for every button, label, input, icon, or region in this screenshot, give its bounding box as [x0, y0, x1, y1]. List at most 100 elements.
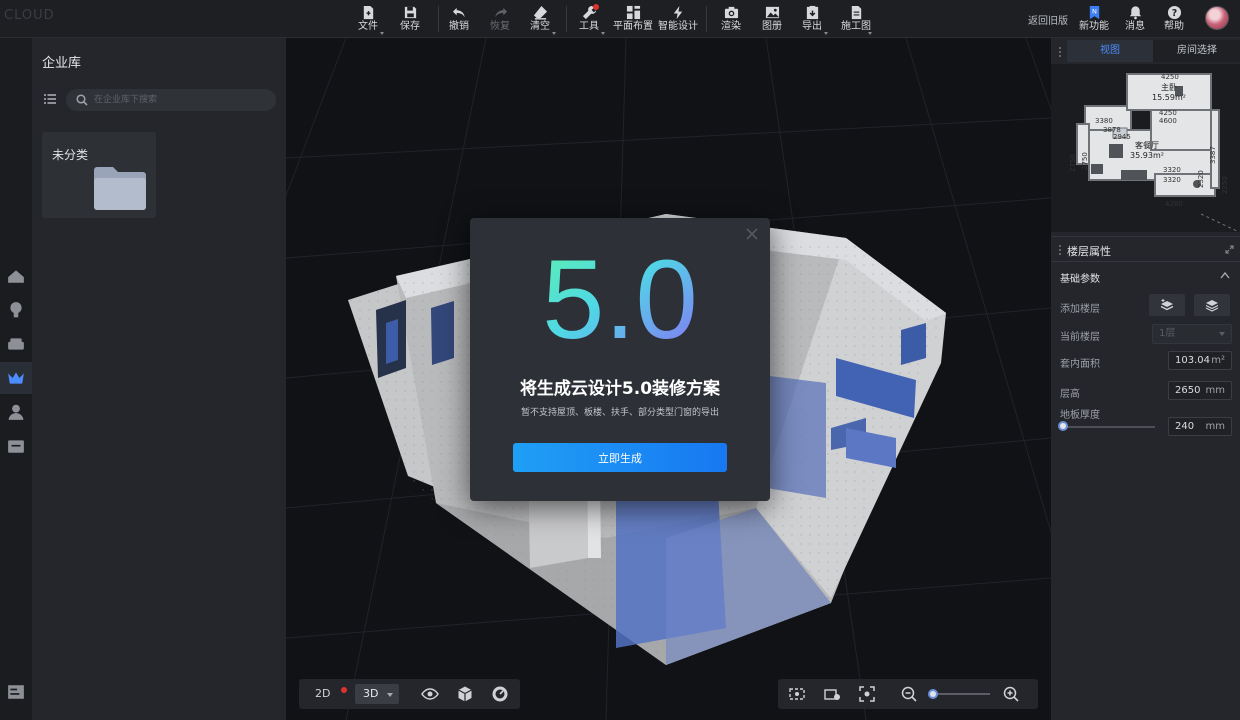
smart-design-button[interactable]: 智能设计 [656, 3, 700, 37]
rail-item-roof[interactable] [0, 260, 32, 292]
rail-item-settings-panel[interactable] [0, 676, 32, 708]
return-old-version-link[interactable]: 返回旧版 [1028, 12, 1068, 27]
left-icon-rail [0, 38, 32, 720]
add-floor-below-button[interactable] [1194, 294, 1230, 316]
app-root: CLOUD 文件 保存 撤销 恢复 清空 工具 平面布置 智能设计 渲染 图册 … [0, 0, 1240, 720]
brand-logo: CLOUD [4, 8, 55, 23]
view-2d-button[interactable]: 2D [307, 684, 347, 704]
version-number: 5.0 [542, 238, 698, 348]
dimension-label: 2945 [1113, 133, 1131, 141]
zoom-slider-handle[interactable] [928, 689, 938, 699]
rail-item-lighting[interactable] [0, 294, 32, 326]
view-2d-label: 2D [315, 687, 331, 700]
dimension-label: 4600 [1159, 117, 1177, 125]
rail-item-furniture[interactable] [0, 328, 32, 360]
image-icon [765, 6, 779, 19]
tools-menu-button[interactable]: 工具 [567, 3, 611, 37]
view-3d-label: 3D [363, 687, 379, 700]
chevron-down-icon [824, 32, 828, 35]
redo-icon [494, 7, 507, 18]
floor-thickness-field[interactable]: 240 mm [1168, 417, 1232, 436]
floor-plan-minimap[interactable]: 主卧 15.59m² 客餐厅 35.93m² 4250 3380 4250 46… [1051, 64, 1240, 232]
zoom-in-icon[interactable] [1002, 685, 1020, 703]
chevron-down-icon [601, 32, 605, 35]
chevron-down-icon [1219, 332, 1225, 336]
expand-icon[interactable] [1225, 245, 1234, 254]
construction-drawing-button[interactable]: 施工图 [834, 3, 878, 37]
current-floor-value: 1层 [1159, 328, 1176, 339]
chevron-down-icon [387, 693, 393, 697]
add-floor-above-button[interactable] [1149, 294, 1185, 316]
clear-menu-button[interactable]: 清空 [518, 3, 562, 37]
view-3d-button[interactable]: 3D [355, 684, 399, 704]
rail-item-personal[interactable] [0, 396, 32, 428]
chevron-up-icon[interactable] [1220, 271, 1230, 279]
document-icon [851, 5, 861, 20]
floor-plan-button[interactable]: 平面布置 [611, 3, 655, 37]
minimap-plan: 主卧 15.59m² 客餐厅 35.93m² 4250 3380 4250 46… [1069, 73, 1240, 232]
enterprise-library-panel: 企业库 未分类 [32, 38, 286, 720]
generate-dialog: 5.0 将生成云设计5.0装修方案 暂不支持屋顶、板楼、扶手、部分类型门窗的导出… [470, 218, 770, 501]
drag-handle-icon[interactable] [1058, 46, 1062, 58]
dialog-subtitle: 暂不支持屋顶、板楼、扶手、部分类型门窗的导出 [520, 408, 719, 418]
current-floor-select[interactable]: 1层 [1152, 324, 1232, 344]
library-title: 企业库 [42, 56, 82, 71]
crown-icon [8, 372, 24, 384]
floor-properties-header: 楼层属性 [1051, 236, 1240, 262]
gauge-icon[interactable] [491, 685, 509, 703]
library-search-input[interactable] [94, 92, 264, 108]
indoor-area-field[interactable]: 103.04 m² [1168, 351, 1232, 370]
messages-label: 消息 [1125, 21, 1145, 32]
list-view-icon[interactable] [44, 94, 56, 104]
eye-icon[interactable] [421, 685, 439, 703]
new-feature-button[interactable]: N 新功能 [1072, 3, 1116, 37]
floor-plan-icon [626, 5, 640, 20]
dimension-label: 2250 [1221, 176, 1229, 194]
add-floor-label: 添加楼层 [1060, 304, 1100, 315]
camera-settings-icon[interactable] [823, 685, 841, 703]
redo-label: 恢复 [490, 21, 510, 32]
cube-icon[interactable] [456, 685, 474, 703]
gallery-button[interactable]: 图册 [750, 3, 794, 37]
drag-handle-icon[interactable] [1058, 244, 1062, 256]
file-menu-button[interactable]: 文件 [346, 3, 390, 37]
indoor-area-unit: m² [1211, 355, 1225, 366]
bell-icon [1129, 6, 1141, 20]
indoor-area-value: 103.04 [1175, 355, 1210, 366]
view-tabs: 视图 房间选择 [1067, 40, 1240, 62]
rail-item-library-box[interactable] [0, 430, 32, 462]
redo-button[interactable]: 恢复 [478, 3, 522, 37]
help-button[interactable]: ? 帮助 [1152, 3, 1196, 37]
fit-view-icon[interactable] [858, 685, 876, 703]
user-avatar[interactable] [1205, 6, 1229, 30]
indoor-area-label: 套内面积 [1060, 359, 1100, 370]
view-mode-bar: 2D 3D [299, 679, 520, 709]
smart-design-label: 智能设计 [658, 21, 698, 32]
notification-dot [341, 687, 347, 693]
generate-now-button[interactable]: 立即生成 [513, 443, 727, 472]
folder-card[interactable]: 未分类 [42, 132, 156, 218]
floor-thickness-value: 240 [1175, 421, 1195, 432]
camera-view-icon[interactable] [788, 685, 806, 703]
messages-button[interactable]: 消息 [1113, 3, 1157, 37]
folder-name: 未分类 [52, 148, 89, 162]
undo-button[interactable]: 撤销 [437, 3, 481, 37]
floor-height-field[interactable]: 2650 mm [1168, 381, 1232, 400]
floor-height-unit: mm [1205, 385, 1225, 396]
floor-thickness-slider-track[interactable] [1063, 426, 1155, 428]
dimension-label: 3387 [1209, 146, 1217, 164]
zoom-slider-track[interactable] [930, 693, 990, 695]
floor-properties-title: 楼层属性 [1067, 245, 1111, 258]
export-menu-button[interactable]: 导出 [790, 3, 834, 37]
svg-text:?: ? [1171, 8, 1176, 19]
tab-view[interactable]: 视图 [1067, 40, 1153, 62]
tab-room-select[interactable]: 房间选择 [1154, 40, 1240, 62]
notification-dot [593, 4, 599, 10]
floor-thickness-slider-handle[interactable] [1058, 421, 1068, 431]
rail-item-enterprise-library[interactable] [0, 362, 32, 394]
save-button[interactable]: 保存 [388, 3, 432, 37]
search-icon [76, 94, 88, 106]
render-button[interactable]: 渲染 [709, 3, 753, 37]
zoom-out-icon[interactable] [900, 685, 918, 703]
dimension-label: 4250 [1161, 73, 1179, 81]
